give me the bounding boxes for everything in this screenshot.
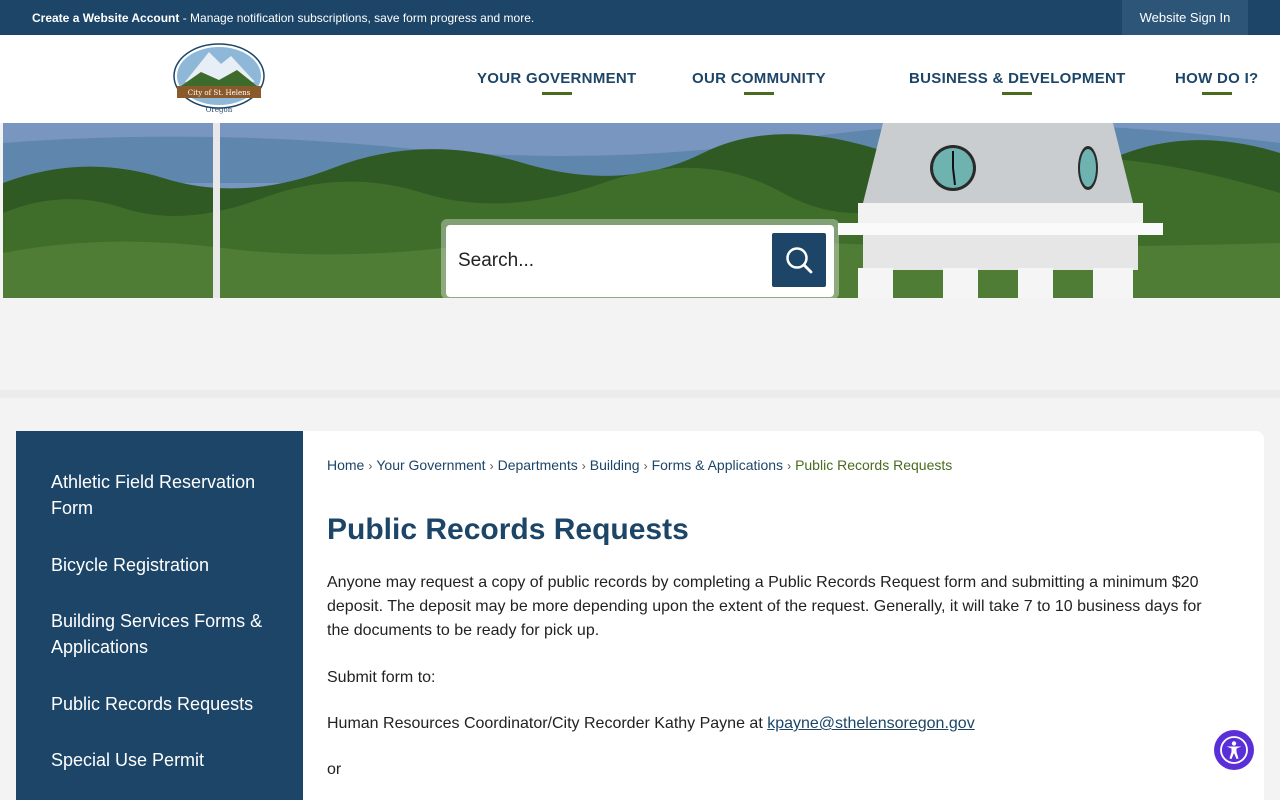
breadcrumb-current: Public Records Requests [795, 457, 953, 473]
search-input[interactable] [458, 240, 758, 282]
email-link[interactable]: kpayne@sthelensoregon.gov [767, 715, 975, 732]
spacer-band [0, 298, 1280, 390]
logo-lettering-state: Oregon [206, 106, 233, 114]
or-text: or [327, 761, 342, 778]
breadcrumb-your-government[interactable]: Your Government [376, 457, 485, 473]
city-logo[interactable]: City of St. Helens Oregon [171, 42, 267, 114]
sidebar-item-public-records-requests[interactable]: Public Records Requests [51, 691, 281, 717]
nav-underline [743, 92, 774, 95]
contact-text: Human Resources Coordinator/City Recorde… [327, 715, 768, 732]
breadcrumb-separator: › [581, 459, 586, 473]
nav-our-community[interactable]: OUR COMMUNITY [692, 70, 826, 95]
search-icon [786, 247, 813, 274]
breadcrumb-home[interactable]: Home [327, 457, 364, 473]
nav-your-government[interactable]: YOUR GOVERNMENT [477, 70, 637, 95]
page-title: Public Records Requests [327, 513, 689, 546]
logo-lettering: City of St. Helens [188, 89, 251, 97]
nav-underline [1201, 92, 1232, 95]
top-bar: Create a Website Account - Manage notifi… [0, 0, 1280, 35]
nav-how-do-i[interactable]: HOW DO I? [1175, 70, 1259, 95]
sidebar-nav: Athletic Field Reservation Form Bicycle … [16, 431, 303, 800]
create-account-message[interactable]: Create a Website Account - Manage notifi… [32, 11, 534, 25]
intro-paragraph: Anyone may request a copy of public reco… [327, 574, 1202, 639]
breadcrumb-separator: › [643, 459, 648, 473]
breadcrumb: Home › Your Government › Departments › Buildin… [327, 457, 952, 473]
submit-form-label: Submit form to: [327, 669, 436, 686]
accessibility-button[interactable] [1214, 730, 1254, 770]
create-account-link[interactable]: Create a Website Account [32, 11, 179, 25]
nav-underline [541, 92, 572, 95]
search-button[interactable] [772, 233, 826, 287]
create-account-description: - Manage notification subscriptions, sav… [179, 11, 535, 25]
breadcrumb-separator: › [489, 459, 494, 473]
breadcrumb-separator: › [368, 459, 373, 473]
accessibility-icon [1220, 736, 1248, 764]
site-header: City of St. Helens Oregon YOUR GOVERNMEN… [0, 35, 1280, 123]
breadcrumb-separator: › [787, 459, 792, 473]
nav-underline [1002, 92, 1033, 95]
sidebar-item-building-services-forms[interactable]: Building Services Forms & Applications [51, 608, 281, 660]
spacer-divider [0, 390, 1280, 398]
website-sign-in-button[interactable]: Website Sign In [1122, 0, 1248, 35]
breadcrumb-departments[interactable]: Departments [498, 457, 578, 473]
contact-paragraph: Human Resources Coordinator/City Recorde… [327, 712, 1227, 736]
main-content: Home › Your Government › Departments › Buildin… [303, 431, 1264, 800]
breadcrumb-forms-applications[interactable]: Forms & Applications [652, 457, 784, 473]
sidebar-item-special-use-permit[interactable]: Special Use Permit [51, 747, 281, 773]
sidebar-item-athletic-field-reservation[interactable]: Athletic Field Reservation Form [51, 469, 281, 521]
nav-business-development[interactable]: BUSINESS & DEVELOPMENT [909, 70, 1126, 95]
sidebar-item-bicycle-registration[interactable]: Bicycle Registration [51, 552, 281, 578]
breadcrumb-building[interactable]: Building [590, 457, 640, 473]
